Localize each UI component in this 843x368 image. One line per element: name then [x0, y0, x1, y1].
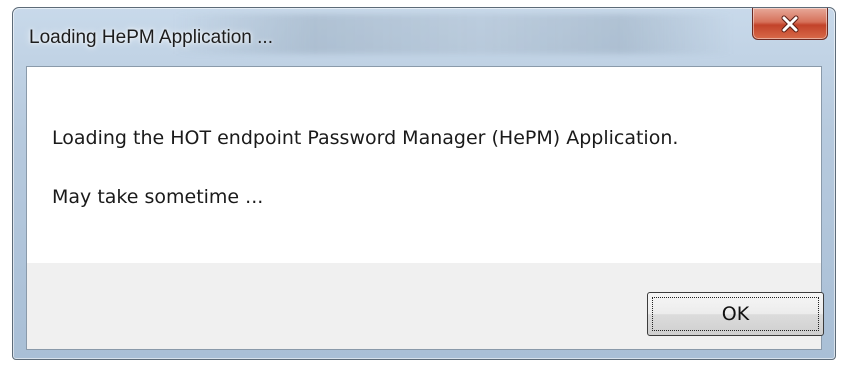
ok-button-label: OK: [721, 303, 750, 325]
dialog-window: Loading HePM Application ... Loading the…: [12, 7, 836, 360]
close-x-icon: [780, 15, 800, 33]
loading-message: Loading the HOT endpoint Password Manage…: [52, 127, 679, 149]
wait-message: May take sometime ...: [52, 186, 264, 208]
dialog-content: Loading the HOT endpoint Password Manage…: [26, 66, 824, 350]
ok-button[interactable]: OK: [647, 292, 824, 336]
window-title: Loading HePM Application ...: [29, 27, 273, 48]
title-bar[interactable]: Loading HePM Application ...: [13, 8, 835, 66]
close-button[interactable]: [752, 8, 828, 40]
message-area: Loading the HOT endpoint Password Manage…: [27, 67, 821, 263]
